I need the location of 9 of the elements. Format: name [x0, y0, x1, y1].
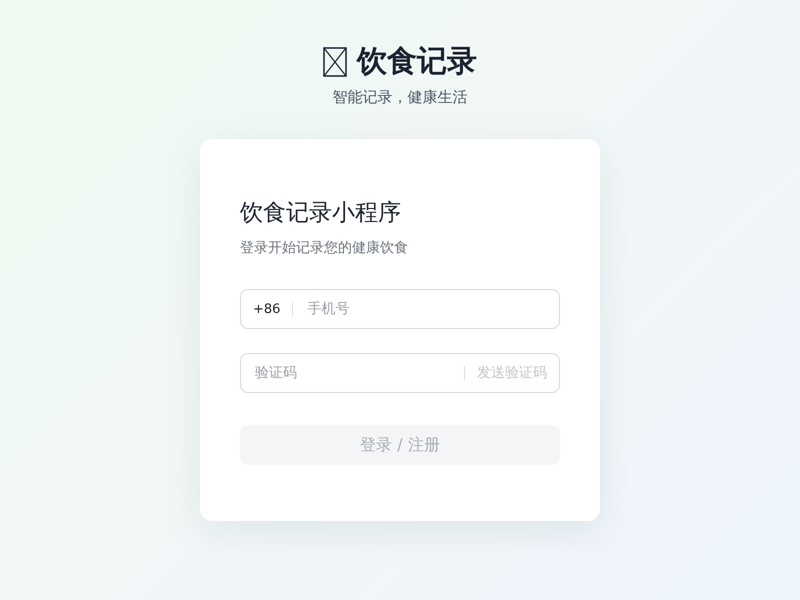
code-input[interactable]: 验证码	[253, 364, 452, 382]
app-title: 饮食记录	[357, 43, 477, 81]
phone-input[interactable]: 手机号	[305, 300, 547, 318]
card-subtitle: 登录开始记录您的健康饮食	[240, 239, 409, 257]
app-subtitle: 智能记录，健康生活	[332, 88, 468, 107]
card-title: 饮食记录小程序	[240, 199, 402, 228]
country-code: +86	[253, 302, 280, 316]
phone-field[interactable]: +86 手机号	[240, 289, 560, 329]
crossed-box-icon	[323, 47, 347, 77]
